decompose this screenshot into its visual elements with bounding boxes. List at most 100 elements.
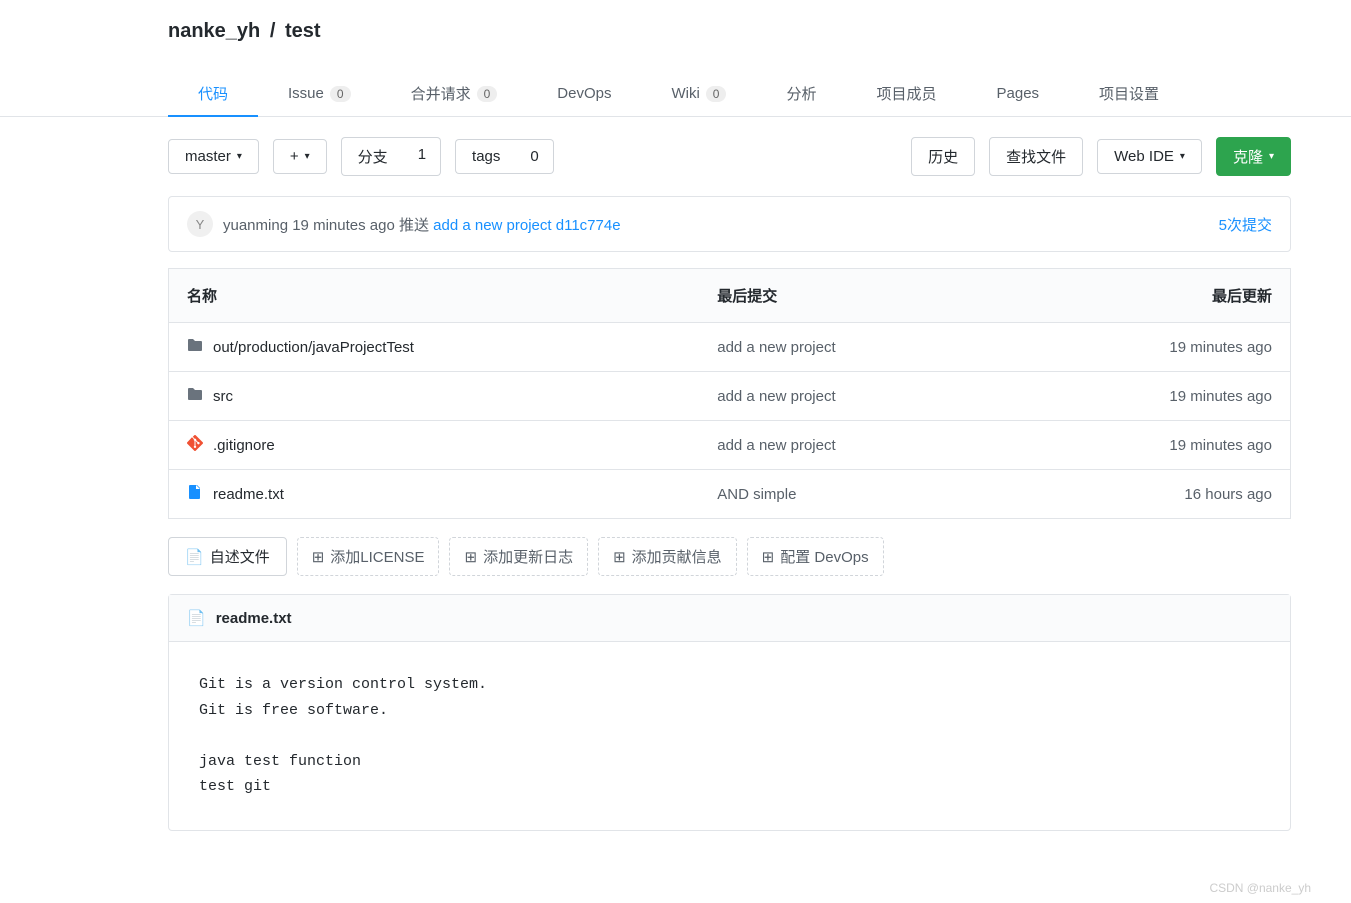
branch-selector[interactable]: master ▾ [168,139,259,174]
col-last-commit: 最后提交 [699,269,1010,323]
file-name-text: .gitignore [213,437,275,454]
chevron-down-icon: ▾ [1269,151,1274,162]
file-link[interactable]: readme.txt [187,484,681,504]
web-ide-button[interactable]: Web IDE ▾ [1097,139,1202,174]
commit-text: yuanming 19 minutes ago 推送 add a new pro… [223,214,1209,235]
tab-5[interactable]: 分析 [756,71,846,116]
tab-4[interactable]: Wiki 0 [641,71,756,116]
tab-6[interactable]: 项目成员 [846,71,966,116]
clone-button[interactable]: 克隆 ▾ [1216,137,1291,176]
table-row: srcadd a new project19 minutes ago [169,372,1291,421]
folder-icon [187,337,203,357]
table-row: readme.txt AND simple16 hours ago [169,470,1291,519]
branches-button[interactable]: 分支 [341,137,404,176]
commit-action: 推送 [399,217,429,234]
add-contrib-label: 添加贡献信息 [632,546,722,567]
breadcrumb-repo[interactable]: test [285,20,321,42]
plus-square-icon: ⊞ [464,548,477,566]
file-commit-msg[interactable]: add a new project [699,372,1010,421]
readme-content: Git is a version control system. Git is … [169,642,1290,830]
breadcrumb: nanke_yh / test [168,20,1351,43]
clone-label: 克隆 [1233,146,1263,167]
history-button[interactable]: 历史 [911,137,975,176]
web-ide-label: Web IDE [1114,148,1174,165]
toolbar: master ▾ + ▾ 分支 1 tags 0 历史 查找文件 Web IDE… [168,137,1291,176]
table-row: out/production/javaProjectTest add a new … [169,323,1291,372]
file-link[interactable]: out/production/javaProjectTest [187,337,681,357]
chevron-down-icon: ▾ [305,151,310,162]
file-name-text: src [213,388,233,405]
tab-3[interactable]: DevOps [527,71,641,116]
repo-actions: 📄 自述文件 ⊞ 添加LICENSE ⊞ 添加更新日志 ⊞ 添加贡献信息 ⊞ 配… [168,537,1291,576]
file-table: 名称 最后提交 最后更新 out/production/javaProjectT… [168,268,1291,519]
config-devops-button[interactable]: ⊞ 配置 DevOps [747,537,884,576]
file-link[interactable]: src [187,386,681,406]
add-changelog-button[interactable]: ⊞ 添加更新日志 [449,537,588,576]
tab-8[interactable]: 项目设置 [1069,71,1189,116]
file-commit-msg[interactable]: AND simple [699,470,1010,519]
tab-label: Wiki [671,85,699,102]
add-license-button[interactable]: ⊞ 添加LICENSE [297,537,440,576]
table-row: .gitignore add a new project19 minutes ag… [169,421,1291,470]
file-icon: 📄 [187,609,206,627]
watermark: CSDN @nanke_yh [1209,881,1311,895]
tab-badge: 0 [477,86,498,102]
plus-square-icon: ⊞ [312,548,325,566]
commit-author[interactable]: yuanming [223,217,288,234]
commit-message[interactable]: add a new project [433,217,551,234]
file-updated: 16 hours ago [1010,470,1290,519]
add-contrib-button[interactable]: ⊞ 添加贡献信息 [598,537,737,576]
file-name-text: out/production/javaProjectTest [213,339,414,356]
avatar: Y [187,211,213,237]
add-dropdown[interactable]: + ▾ [273,139,327,174]
chevron-down-icon: ▾ [237,151,242,162]
file-commit-msg[interactable]: add a new project [699,323,1010,372]
readme-title: readme.txt [216,610,292,627]
latest-commit-box: Y yuanming 19 minutes ago 推送 add a new p… [168,196,1291,252]
tab-0[interactable]: 代码 [168,71,258,116]
tags-button[interactable]: tags [455,139,516,174]
file-updated: 19 minutes ago [1010,323,1290,372]
commits-count-link[interactable]: 5次提交 [1219,214,1272,235]
tab-label: Issue [288,85,324,102]
file-commit-msg[interactable]: add a new project [699,421,1010,470]
tab-label: 代码 [198,83,228,104]
tab-label: 分析 [786,83,816,104]
add-license-label: 添加LICENSE [330,546,424,567]
tab-label: 项目成员 [876,83,936,104]
plus-square-icon: ⊞ [613,548,626,566]
tabs-nav: 代码 Issue 0 合并请求 0 DevOps Wiki 0 分析 项目成员 Pages 项目设置 [0,71,1351,117]
readme-header: 📄 readme.txt [169,595,1290,642]
tab-1[interactable]: Issue 0 [258,71,381,116]
tab-label: 项目设置 [1099,83,1159,104]
chevron-down-icon: ▾ [1180,151,1185,162]
tab-2[interactable]: 合并请求 0 [381,71,528,116]
plus-icon: + [290,148,299,165]
file-icon [187,484,203,504]
file-icon: 📄 [185,548,204,566]
commit-time: 19 minutes ago [292,217,395,234]
breadcrumb-owner[interactable]: nanke_yh [168,20,260,42]
commit-hash[interactable]: d11c774e [556,217,621,234]
tab-label: DevOps [557,85,611,102]
branch-count-group: 分支 1 [341,137,441,176]
tab-label: Pages [997,85,1040,102]
file-name-text: readme.txt [213,486,284,503]
readme-button-label: 自述文件 [210,546,270,567]
git-icon [187,435,203,455]
branch-name: master [185,148,231,165]
file-link[interactable]: .gitignore [187,435,681,455]
tab-7[interactable]: Pages [967,71,1070,116]
add-changelog-label: 添加更新日志 [483,546,573,567]
tags-count-group: tags 0 [455,139,554,174]
tab-badge: 0 [330,86,351,102]
find-file-button[interactable]: 查找文件 [989,137,1083,176]
tab-badge: 0 [706,86,727,102]
tab-label: 合并请求 [411,83,471,104]
breadcrumb-sep: / [270,20,276,42]
plus-square-icon: ⊞ [762,548,775,566]
readme-button[interactable]: 📄 自述文件 [168,537,287,576]
file-updated: 19 minutes ago [1010,421,1290,470]
tags-count: 0 [516,139,553,174]
config-devops-label: 配置 DevOps [780,546,868,567]
